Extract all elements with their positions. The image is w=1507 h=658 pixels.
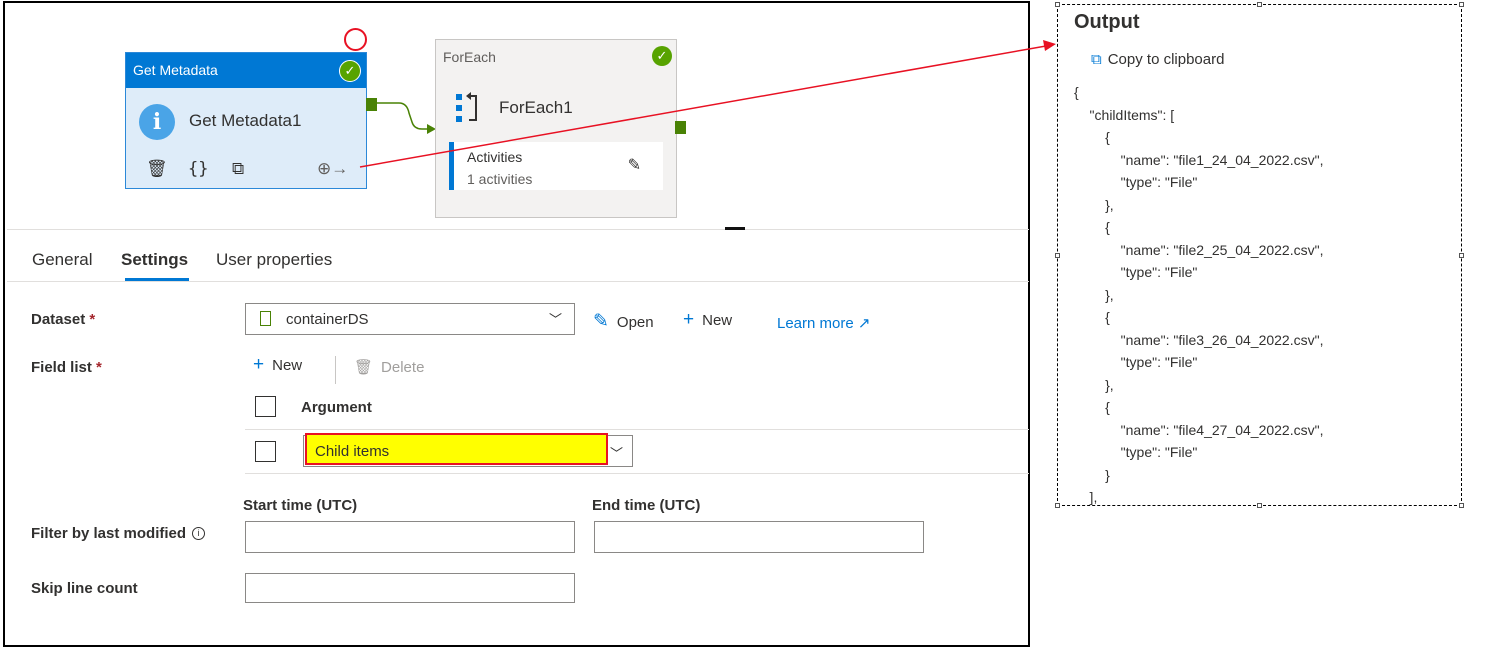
- pipeline-editor: Get Metadata ✓ i Get Metadata1 🗑 {} ⧉ ⊕→…: [3, 1, 1030, 647]
- tab-settings[interactable]: Settings: [121, 250, 188, 270]
- argument-value: Child items: [315, 443, 390, 460]
- output-title: Output: [1074, 11, 1140, 33]
- foreach-activity[interactable]: ForEach ✓ ForEach1 Activities 1 activiti…: [435, 39, 677, 218]
- new-label: New: [702, 312, 733, 329]
- field-new-button[interactable]: + New: [253, 354, 302, 376]
- panel-divider: [7, 229, 1029, 230]
- skip-line-count-input[interactable]: [245, 573, 575, 603]
- plus-icon: +: [253, 354, 265, 375]
- active-tab-indicator: [125, 278, 189, 281]
- resize-handle[interactable]: [1055, 253, 1060, 258]
- external-link-icon: ↗: [857, 315, 871, 332]
- activity-name: ForEach1: [499, 98, 573, 117]
- dataset-file-icon: [260, 311, 271, 326]
- tab-general[interactable]: General: [32, 250, 92, 270]
- clipboard-icon: ⧉: [1091, 51, 1102, 68]
- output-json: { "childItems": [ { "name": "file1_24_04…: [1074, 84, 1324, 505]
- resize-handle[interactable]: [1055, 503, 1060, 508]
- resize-handle[interactable]: [1459, 503, 1464, 508]
- field-delete-label: Delete: [381, 359, 425, 376]
- start-time-label: Start time (UTC): [243, 497, 358, 514]
- plus-icon: +: [683, 309, 695, 330]
- argument-column-header: Argument: [301, 399, 372, 416]
- skip-line-count-label: Skip line count: [31, 580, 138, 597]
- required-mark: *: [96, 359, 102, 376]
- resize-handle[interactable]: [1257, 2, 1262, 7]
- activities-box[interactable]: Activities 1 activities ✎: [449, 142, 663, 190]
- start-time-input[interactable]: [245, 521, 575, 553]
- dataset-dropdown[interactable]: containerDS ﹀: [245, 303, 575, 335]
- table-divider: [245, 473, 1029, 474]
- filter-last-modified-label: Filter by last modified i: [31, 525, 206, 542]
- table-divider: [245, 429, 1029, 430]
- resize-handle[interactable]: [1055, 2, 1060, 7]
- select-all-checkbox[interactable]: [255, 396, 276, 417]
- foreach-icon: [456, 92, 477, 122]
- activity-type-label: ForEach: [443, 49, 496, 65]
- required-mark: *: [89, 311, 96, 328]
- resize-handle[interactable]: [1459, 2, 1464, 7]
- chevron-down-icon: ﹀: [548, 312, 562, 327]
- learn-more-link[interactable]: Learn more ↗: [777, 314, 870, 332]
- pencil-icon: ✎: [593, 311, 609, 332]
- filter-label-text: Filter by last modified: [31, 525, 187, 542]
- panel-resize-handle[interactable]: [725, 227, 745, 230]
- dataset-value: containerDS: [286, 311, 369, 328]
- end-time-input[interactable]: [594, 521, 924, 553]
- open-label: Open: [616, 314, 654, 331]
- pencil-icon[interactable]: ✎: [628, 155, 641, 175]
- activity-header: ForEach ✓: [436, 40, 676, 74]
- activities-count: 1 activities: [467, 171, 533, 187]
- field-list-label: Field list *: [31, 359, 102, 376]
- dataset-label-text: Dataset: [31, 311, 86, 328]
- foreach-output-port[interactable]: [675, 121, 686, 134]
- row-checkbox[interactable]: [255, 441, 276, 462]
- tab-user-properties[interactable]: User properties: [216, 250, 332, 270]
- copy-to-clipboard-button[interactable]: ⧉ Copy to clipboard: [1091, 51, 1224, 68]
- dataset-label: Dataset *: [31, 311, 95, 328]
- open-button[interactable]: ✎ Open: [593, 310, 654, 333]
- field-list-label-text: Field list: [31, 359, 92, 376]
- output-panel: Output ⧉ Copy to clipboard { "childItems"…: [1057, 4, 1462, 506]
- command-separator: [335, 356, 336, 384]
- activities-label: Activities: [467, 149, 523, 165]
- check-icon: ✓: [652, 46, 672, 66]
- field-delete-button[interactable]: 🗑 Delete: [354, 358, 424, 376]
- trash-icon: 🗑: [354, 359, 374, 376]
- pipeline-canvas[interactable]: Get Metadata ✓ i Get Metadata1 🗑 {} ⧉ ⊕→…: [7, 5, 1029, 229]
- resize-handle[interactable]: [1257, 503, 1262, 508]
- resize-handle[interactable]: [1459, 253, 1464, 258]
- chevron-down-icon: ﹀: [609, 446, 623, 461]
- new-dataset-button[interactable]: + New: [683, 309, 732, 331]
- argument-value-highlight[interactable]: Child items: [305, 433, 608, 465]
- end-time-label: End time (UTC): [592, 497, 701, 514]
- learn-more-label: Learn more: [777, 315, 854, 332]
- copy-label: Copy to clipboard: [1107, 51, 1225, 68]
- properties-tabs: General Settings User properties: [7, 243, 1029, 282]
- info-small-icon[interactable]: i: [192, 527, 206, 540]
- field-new-label: New: [272, 357, 303, 374]
